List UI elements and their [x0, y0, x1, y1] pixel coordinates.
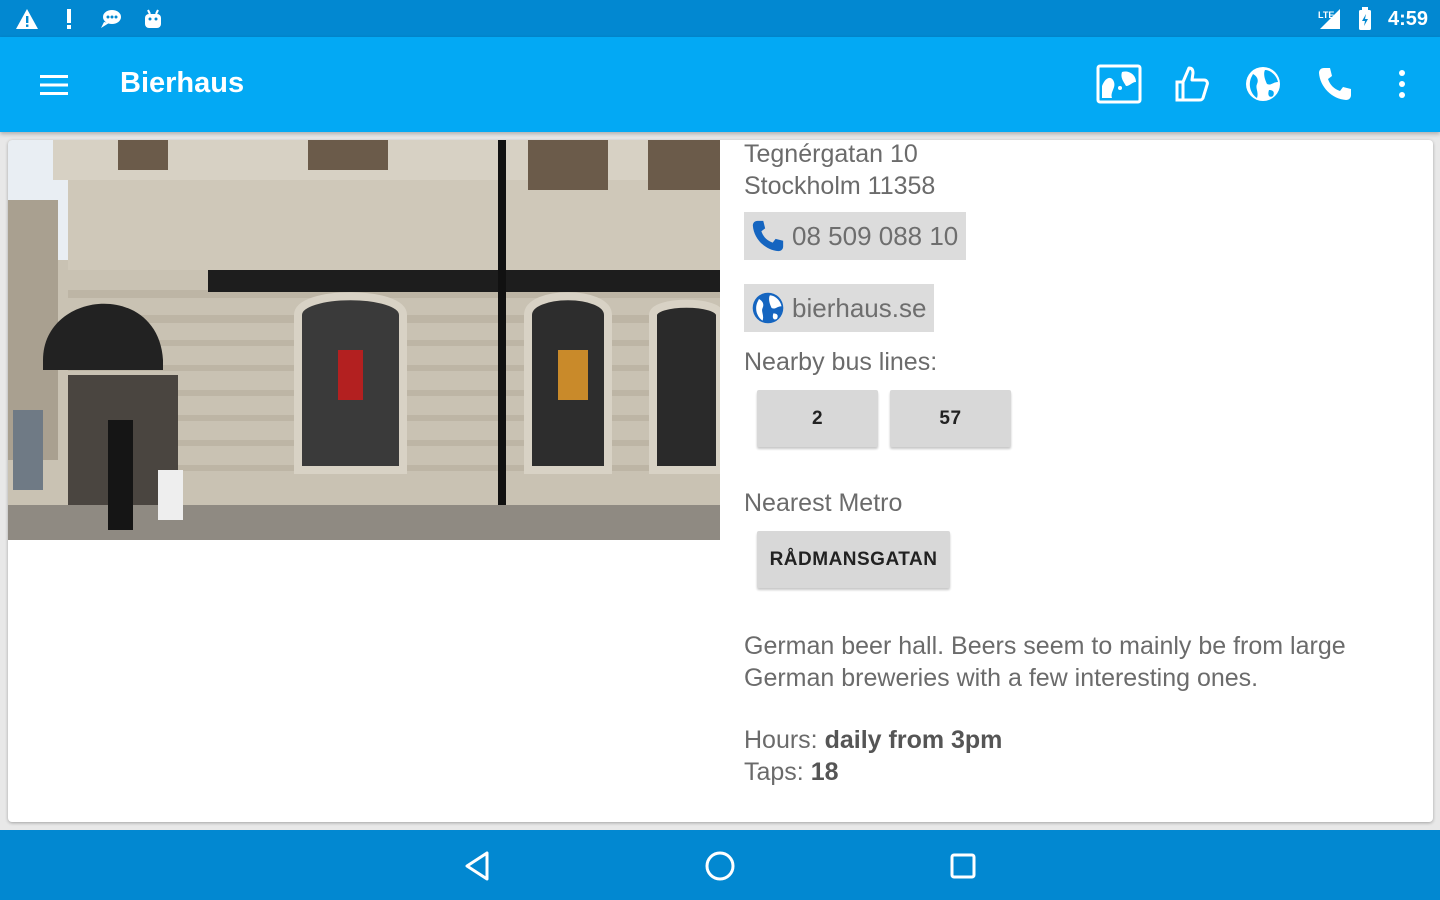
page-title: Bierhaus: [120, 67, 245, 99]
address-street: Tegnérgatan 10: [744, 140, 918, 168]
phone-link[interactable]: 08 509 088 10: [744, 212, 967, 260]
bus-line-button[interactable]: 2: [757, 390, 878, 447]
hours-row: Hours: daily from 3pm: [744, 724, 1002, 756]
signal-icon: LTE: [1316, 6, 1342, 32]
status-bar: LTE 4:59: [0, 0, 1440, 37]
map-icon: [1096, 64, 1142, 104]
globe-icon: [1246, 67, 1280, 101]
back-icon: [465, 851, 489, 881]
taps-value: 18: [810, 758, 839, 786]
call-button[interactable]: [1310, 59, 1360, 109]
recents-button[interactable]: [939, 842, 987, 890]
globe-icon: [752, 292, 784, 324]
hamburger-icon: [40, 75, 68, 95]
metro-station-button[interactable]: RÅDMANSGATAN: [757, 531, 950, 588]
menu-button[interactable]: [30, 63, 78, 107]
nearest-metro-label: Nearest Metro: [744, 489, 903, 517]
svg-text:LTE: LTE: [1318, 10, 1334, 20]
more-vert-icon: [1399, 70, 1405, 98]
website-button[interactable]: [1238, 59, 1288, 109]
venue-description: German beer hall. Beers seem to mainly b…: [744, 632, 1346, 692]
bus-line-button[interactable]: 57: [890, 390, 1011, 447]
address-city: Stockholm 11358: [744, 172, 936, 200]
status-right: LTE 4:59: [1316, 6, 1428, 32]
app-bar: Bierhaus: [0, 37, 1440, 132]
website-link[interactable]: bierhaus.se: [744, 284, 935, 332]
chat-icon: [98, 6, 124, 32]
venue-address: Tegnérgatan 10 Stockholm 11358: [744, 140, 935, 202]
hours-label: Hours:: [744, 726, 825, 754]
venue-card: Tegnérgatan 10 Stockholm 11358 08 509 08…: [8, 140, 1433, 822]
phone-icon: [1319, 68, 1351, 100]
navigation-bar: [0, 830, 1440, 900]
battery-icon: [1352, 6, 1378, 32]
phone-number: 08 509 088 10: [792, 220, 959, 251]
like-button[interactable]: [1166, 59, 1216, 109]
taps-row: Taps: 18: [744, 756, 1002, 788]
android-icon: [140, 6, 166, 32]
taps-label: Taps:: [744, 758, 811, 786]
home-icon: [705, 851, 735, 881]
status-left-icons: [14, 6, 166, 32]
venue-photo: [8, 140, 720, 540]
website-url: bierhaus.se: [792, 292, 927, 323]
home-button[interactable]: [696, 842, 744, 890]
thumbs-up-icon: [1175, 66, 1209, 102]
hours-value: daily from 3pm: [824, 726, 1003, 754]
recents-icon: [950, 853, 976, 879]
nearby-bus-label: Nearby bus lines:: [744, 348, 938, 376]
toolbar-actions: [1094, 59, 1422, 109]
overflow-menu-button[interactable]: [1382, 59, 1422, 109]
map-button[interactable]: [1094, 59, 1144, 109]
phone-icon: [752, 220, 784, 252]
venue-info: Hours: daily from 3pm Taps: 18: [744, 724, 1002, 788]
status-time: 4:59: [1387, 7, 1428, 30]
back-button[interactable]: [454, 842, 502, 890]
exclamation-icon: [56, 6, 82, 32]
warning-icon: [14, 6, 40, 32]
